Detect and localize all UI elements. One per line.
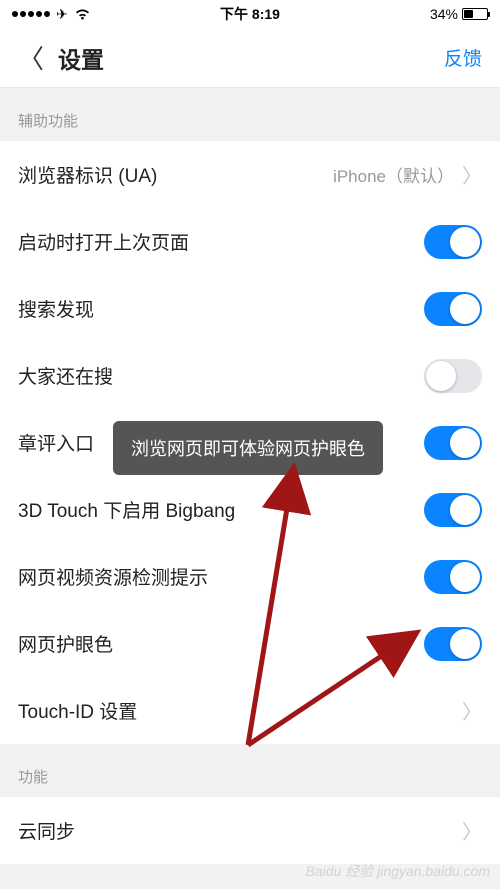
toggle-eye-color[interactable]: [424, 627, 482, 661]
nav-bar: 〈 设置 反馈: [0, 28, 500, 88]
row-ua-value: iPhone（默认）: [333, 162, 454, 187]
section-header-assist: 辅助功能: [0, 88, 500, 141]
status-time: 下午 8:19: [220, 4, 280, 24]
row-eye-color: 网页护眼色: [0, 610, 500, 677]
status-right: 34%: [430, 6, 488, 22]
status-bar: ✈ 下午 8:19 34%: [0, 0, 500, 28]
page-title: 设置: [58, 41, 104, 75]
row-everyone-search: 大家还在搜: [0, 342, 500, 409]
list-func: 云同步 〉: [0, 797, 500, 864]
row-video-detect-label: 网页视频资源检测提示: [18, 563, 208, 590]
toggle-restore-last[interactable]: [424, 225, 482, 259]
row-video-detect: 网页视频资源检测提示: [0, 543, 500, 610]
row-bigbang: 3D Touch 下启用 Bigbang: [0, 476, 500, 543]
status-left: ✈: [12, 6, 91, 23]
tooltip-eye-color: 浏览网页即可体验网页护眼色: [113, 421, 383, 475]
row-cloud-sync-label: 云同步: [18, 817, 75, 844]
row-ua[interactable]: 浏览器标识 (UA) iPhone（默认） 〉: [0, 141, 500, 208]
toggle-everyone-search[interactable]: [424, 359, 482, 393]
toggle-video-detect[interactable]: [424, 560, 482, 594]
back-button[interactable]: 〈: [18, 39, 44, 76]
row-search-discover: 搜索发现: [0, 275, 500, 342]
row-restore-last-label: 启动时打开上次页面: [18, 228, 189, 255]
row-touchid-label: Touch-ID 设置: [18, 697, 137, 724]
toggle-search-discover[interactable]: [424, 292, 482, 326]
row-everyone-search-label: 大家还在搜: [18, 362, 113, 389]
row-restore-last: 启动时打开上次页面: [0, 208, 500, 275]
battery-icon: [462, 8, 488, 20]
feedback-button[interactable]: 反馈: [444, 44, 482, 71]
chevron-right-icon: 〉: [462, 696, 482, 725]
toggle-review-entry[interactable]: [424, 426, 482, 460]
row-cloud-sync[interactable]: 云同步 〉: [0, 797, 500, 864]
row-touchid[interactable]: Touch-ID 设置 〉: [0, 677, 500, 744]
battery-fill: [464, 10, 473, 18]
row-bigbang-label: 3D Touch 下启用 Bigbang: [18, 496, 235, 523]
section-header-func: 功能: [0, 744, 500, 797]
row-search-discover-label: 搜索发现: [18, 295, 94, 322]
battery-percent: 34%: [430, 6, 458, 22]
airplane-icon: ✈: [56, 6, 68, 23]
toggle-bigbang[interactable]: [424, 493, 482, 527]
chevron-right-icon: 〉: [462, 816, 482, 845]
row-eye-color-label: 网页护眼色: [18, 630, 113, 657]
watermark: Baidu 经验 jingyan.baidu.com: [306, 861, 490, 881]
row-ua-label: 浏览器标识 (UA): [18, 161, 157, 188]
wifi-icon: [74, 8, 91, 21]
signal-dots: [12, 11, 50, 17]
chevron-right-icon: 〉: [462, 160, 482, 189]
row-review-entry-label: 章评入口: [18, 429, 94, 456]
